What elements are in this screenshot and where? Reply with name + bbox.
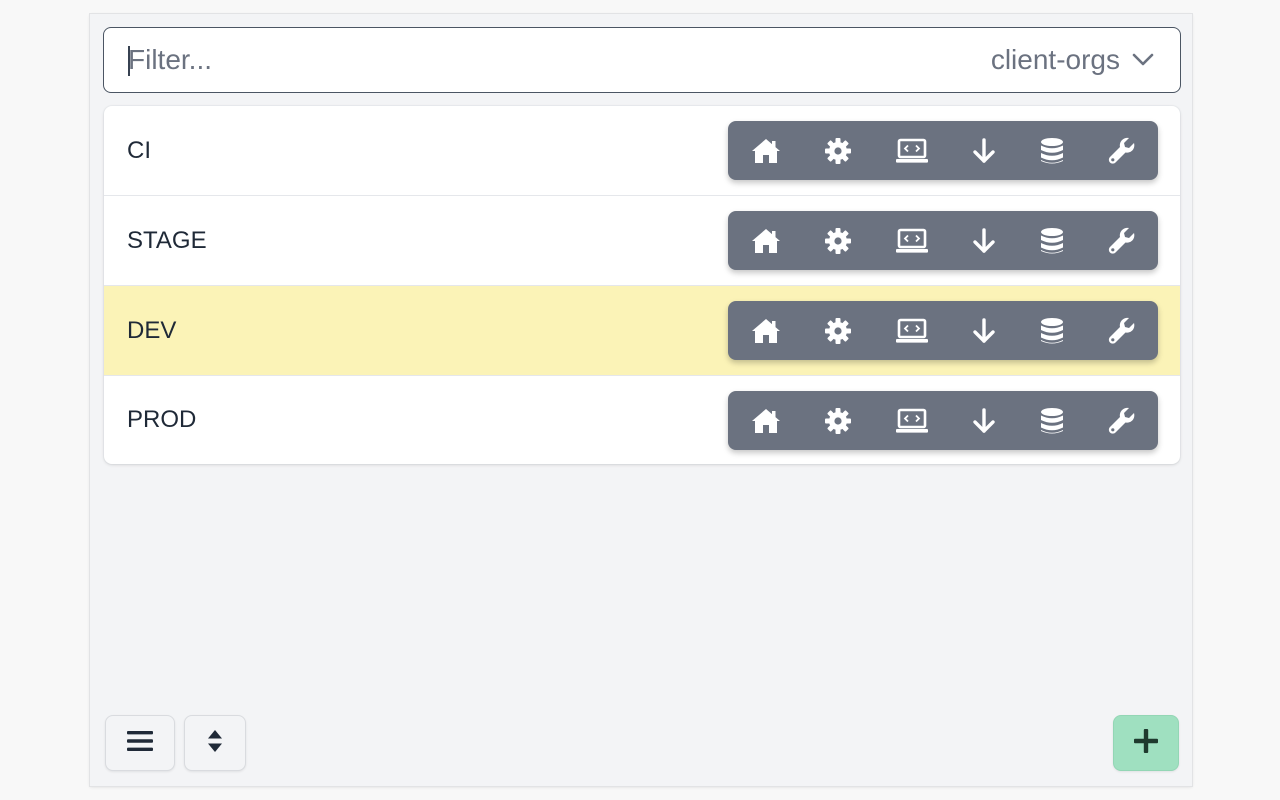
environment-actions [728, 211, 1158, 270]
home-button[interactable] [738, 121, 794, 180]
gear-icon [824, 227, 852, 255]
laptop-code-icon [895, 318, 929, 344]
wrench-icon [1108, 227, 1136, 255]
database-icon [1040, 227, 1064, 255]
home-icon [751, 138, 781, 164]
arrow-down-icon [972, 317, 996, 344]
wrench-icon [1108, 317, 1136, 345]
database-icon [1040, 407, 1064, 435]
database-button[interactable] [1024, 211, 1080, 270]
gear-button[interactable] [810, 391, 866, 450]
arrow-down-icon [972, 227, 996, 254]
wrench-icon [1108, 407, 1136, 435]
arrow-down-icon [972, 407, 996, 434]
filter-bar: client-orgs [103, 27, 1181, 93]
database-icon [1040, 317, 1064, 345]
environment-row[interactable]: DEV [104, 286, 1180, 376]
sort-button[interactable] [184, 715, 246, 771]
arrow-down-button[interactable] [956, 301, 1012, 360]
home-button[interactable] [738, 211, 794, 270]
home-icon [751, 408, 781, 434]
chevron-down-icon [1132, 53, 1154, 67]
database-button[interactable] [1024, 301, 1080, 360]
gear-icon [824, 317, 852, 345]
environment-actions [728, 391, 1158, 450]
laptop-code-button[interactable] [884, 301, 940, 360]
laptop-code-button[interactable] [884, 211, 940, 270]
gear-button[interactable] [810, 121, 866, 180]
environment-row[interactable]: STAGE [104, 196, 1180, 286]
text-caret [128, 46, 130, 76]
laptop-code-icon [895, 228, 929, 254]
org-selector[interactable]: client-orgs [991, 44, 1180, 76]
filter-input[interactable] [104, 29, 991, 91]
home-icon [751, 228, 781, 254]
sort-icon [207, 729, 223, 758]
wrench-icon [1108, 137, 1136, 165]
laptop-code-button[interactable] [884, 391, 940, 450]
laptop-code-icon [895, 138, 929, 164]
home-icon [751, 318, 781, 344]
gear-icon [824, 137, 852, 165]
environment-row[interactable]: PROD [104, 376, 1180, 464]
environment-actions [728, 301, 1158, 360]
arrow-down-button[interactable] [956, 391, 1012, 450]
database-icon [1040, 137, 1064, 165]
arrow-down-button[interactable] [956, 121, 1012, 180]
wrench-button[interactable] [1094, 391, 1150, 450]
laptop-code-icon [895, 408, 929, 434]
wrench-button[interactable] [1094, 211, 1150, 270]
add-environment-button[interactable] [1113, 715, 1179, 771]
org-selector-value: client-orgs [990, 44, 1120, 75]
arrow-down-icon [972, 137, 996, 164]
gear-button[interactable] [810, 301, 866, 360]
wrench-button[interactable] [1094, 301, 1150, 360]
database-button[interactable] [1024, 121, 1080, 180]
arrow-down-button[interactable] [956, 211, 1012, 270]
gear-icon [824, 407, 852, 435]
gear-button[interactable] [810, 211, 866, 270]
home-button[interactable] [738, 391, 794, 450]
plus-icon [1133, 728, 1159, 759]
hamburger-menu-icon [127, 730, 153, 757]
home-button[interactable] [738, 301, 794, 360]
laptop-code-button[interactable] [884, 121, 940, 180]
org-panel: client-orgs CISTAGEDEVPROD [90, 14, 1192, 786]
environment-actions [728, 121, 1158, 180]
database-button[interactable] [1024, 391, 1080, 450]
environment-list: CI STAGE DEV PROD [104, 106, 1180, 464]
environment-row[interactable]: CI [104, 106, 1180, 196]
menu-button[interactable] [105, 715, 175, 771]
wrench-button[interactable] [1094, 121, 1150, 180]
